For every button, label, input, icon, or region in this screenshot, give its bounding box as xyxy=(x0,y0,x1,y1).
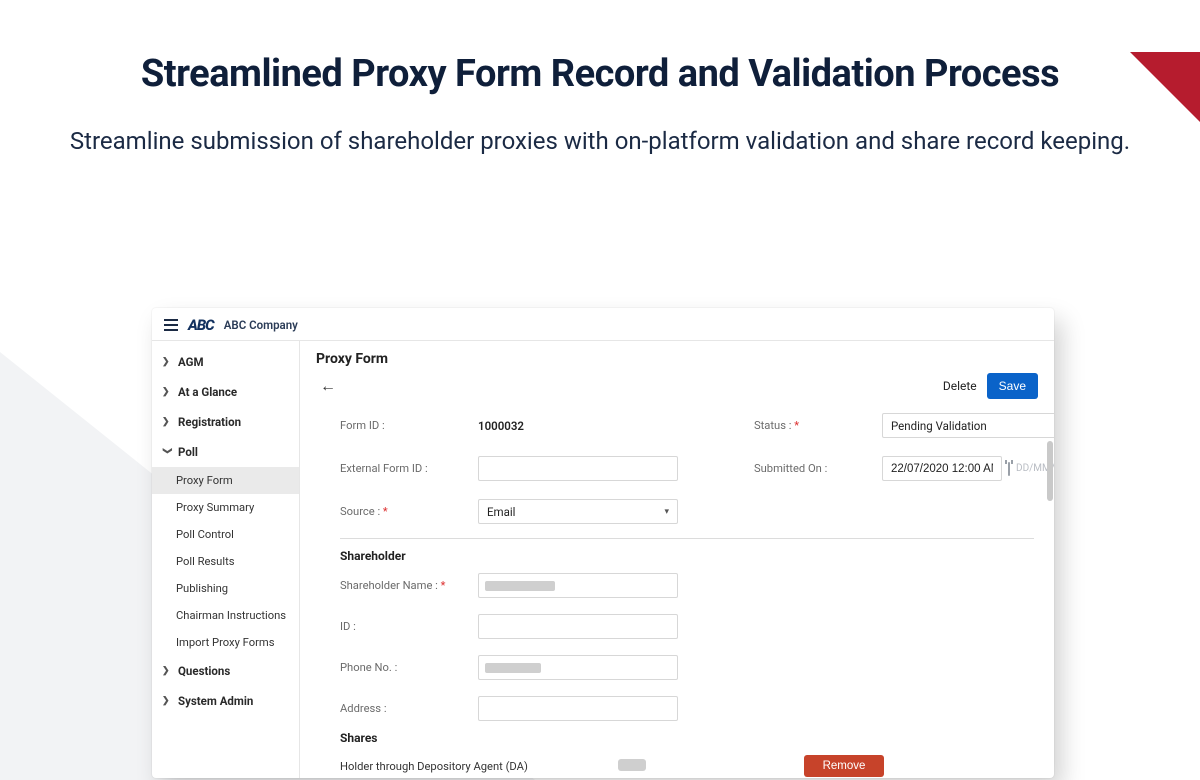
corner-accent xyxy=(1130,52,1200,122)
sidebar-item-system-admin[interactable]: ❯ System Admin xyxy=(152,686,299,716)
source-label: Source : xyxy=(340,505,470,518)
sidebar-item-registration[interactable]: ❯ Registration xyxy=(152,407,299,437)
save-button[interactable]: Save xyxy=(987,373,1038,399)
sidebar-sub-publishing[interactable]: Publishing xyxy=(152,575,299,602)
delete-button[interactable]: Delete xyxy=(943,379,977,393)
sidebar-sub-proxy-summary[interactable]: Proxy Summary xyxy=(152,494,299,521)
phone-input[interactable] xyxy=(478,655,678,680)
form-id-label: Form ID : xyxy=(340,419,470,432)
chevron-right-icon: ❯ xyxy=(162,387,172,397)
sidebar-sub-poll-control[interactable]: Poll Control xyxy=(152,521,299,548)
sidebar-item-poll[interactable]: ❯ Poll xyxy=(152,437,299,467)
chevron-right-icon: ❯ xyxy=(162,417,172,427)
chevron-right-icon: ❯ xyxy=(162,357,172,367)
sidebar-sub-chairman-instructions[interactable]: Chairman Instructions xyxy=(152,602,299,629)
company-name: ABC Company xyxy=(224,318,298,332)
sidebar-item-label: Questions xyxy=(178,664,230,678)
status-label: Status : xyxy=(754,419,874,432)
sidebar-item-label: Registration xyxy=(178,415,241,429)
source-value: Email xyxy=(487,505,515,519)
sidebar-item-agm[interactable]: ❯ AGM xyxy=(152,347,299,377)
back-arrow-icon[interactable]: ← xyxy=(316,374,340,398)
sidebar-sub-poll-results[interactable]: Poll Results xyxy=(152,548,299,575)
shareholder-section-title: Shareholder xyxy=(340,549,1034,563)
sidebar-item-label: At a Glance xyxy=(178,385,237,399)
remove-button[interactable]: Remove xyxy=(804,755,884,777)
sidebar-item-label: AGM xyxy=(178,355,204,369)
chevron-down-icon: ▾ xyxy=(664,507,669,517)
hero-heading: Streamlined Proxy Form Record and Valida… xyxy=(0,52,1200,96)
redacted-value xyxy=(618,759,646,771)
sidebar-item-label: Poll xyxy=(178,445,198,459)
main-panel: Proxy Form ← Delete Save Form ID : 10000… xyxy=(300,341,1054,778)
chevron-right-icon: ❯ xyxy=(162,666,172,676)
sidebar-item-questions[interactable]: ❯ Questions xyxy=(152,656,299,686)
shareholder-name-label: Shareholder Name : xyxy=(340,579,470,592)
app-window: ABC ABC Company ❯ AGM ❯ At a Glance ❯ Re… xyxy=(152,308,1054,778)
id-label: ID : xyxy=(340,620,470,633)
app-header: ABC ABC Company xyxy=(152,308,1054,341)
sidebar-item-at-a-glance[interactable]: ❯ At a Glance xyxy=(152,377,299,407)
shares-section-title: Shares xyxy=(340,731,1034,745)
id-input[interactable] xyxy=(478,614,678,639)
hamburger-icon[interactable] xyxy=(164,319,178,331)
logo: ABC xyxy=(188,316,214,334)
holder-da-label: Holder through Depository Agent (DA) xyxy=(340,760,610,773)
external-form-id-input[interactable] xyxy=(478,456,678,481)
chevron-right-icon: ❯ xyxy=(162,696,172,706)
address-label: Address : xyxy=(340,702,470,715)
calendar-icon[interactable] xyxy=(1008,462,1010,476)
sidebar-item-label: System Admin xyxy=(178,694,253,708)
address-input[interactable] xyxy=(478,696,678,721)
external-form-id-label: External Form ID : xyxy=(340,462,470,475)
page-title: Proxy Form xyxy=(300,341,1054,371)
shareholder-name-input[interactable] xyxy=(478,573,678,598)
status-select[interactable]: Pending Validation ▾ xyxy=(882,413,1054,438)
submitted-on-input[interactable] xyxy=(882,456,1002,481)
sidebar-sub-import-proxy-forms[interactable]: Import Proxy Forms xyxy=(152,629,299,656)
chevron-down-icon: ❯ xyxy=(162,447,172,457)
status-value: Pending Validation xyxy=(891,419,987,433)
sidebar-sub-proxy-form[interactable]: Proxy Form xyxy=(152,467,299,494)
scrollbar[interactable] xyxy=(1047,441,1053,501)
hero-subtitle: Streamline submission of shareholder pro… xyxy=(0,124,1200,159)
source-select[interactable]: Email ▾ xyxy=(478,499,678,524)
form-id-value: 1000032 xyxy=(478,419,678,433)
sidebar: ❯ AGM ❯ At a Glance ❯ Registration ❯ Pol… xyxy=(152,341,300,778)
phone-label: Phone No. : xyxy=(340,661,470,674)
divider xyxy=(340,538,1034,539)
submitted-on-label: Submitted On : xyxy=(754,462,874,475)
